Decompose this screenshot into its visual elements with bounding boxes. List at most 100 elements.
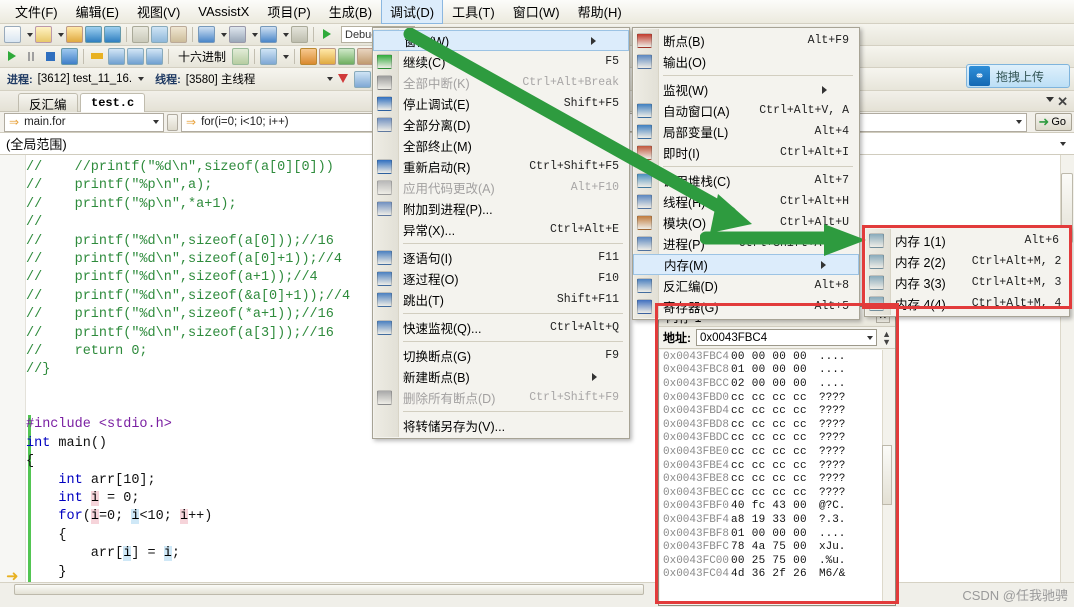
continue-icon[interactable] <box>4 48 21 65</box>
memory-row[interactable]: 0x0043FC00 00 25 75 00 .%u. <box>660 554 894 568</box>
memory-row[interactable]: 0x0043FBD0 cc cc cc cc???? <box>660 391 894 405</box>
thread-value[interactable]: [3580] 主线程 <box>186 71 256 87</box>
editor-vertical-scrollbar[interactable] <box>1060 155 1074 583</box>
menu-item-3[interactable]: VAssistX <box>189 1 258 22</box>
window-submenu-item-5[interactable]: 局部变量(L) Alt+4 <box>633 121 859 142</box>
memory-address-input[interactable]: 0x0043FBC4 <box>696 329 878 346</box>
save-all-icon[interactable] <box>104 26 121 43</box>
undo-dropdown[interactable] <box>221 32 227 37</box>
cut-icon[interactable] <box>132 26 149 43</box>
debug-menu-item-6[interactable]: 重新启动(R) Ctrl+Shift+F5 <box>373 156 629 177</box>
code-text[interactable]: // //printf("%d\n",sizeof(a[0][0])) // pr… <box>26 159 350 582</box>
memory-submenu-item-2[interactable]: 内存 3(3) Ctrl+Alt+M, 3 <box>865 272 1069 293</box>
window-submenu[interactable]: 断点(B) Alt+F9 输出(O) 监视(W) 自动窗口(A) Ctrl+Alt+V, … <box>632 27 860 320</box>
memory-row[interactable]: 0x0043FBF8 01 00 00 00.... <box>660 527 894 541</box>
debug-menu-item-1[interactable]: 继续(C) F5 <box>373 51 629 72</box>
editor-gutter[interactable] <box>0 155 26 595</box>
break-all-icon[interactable] <box>23 48 40 65</box>
refresh-icon[interactable] <box>338 48 356 65</box>
memory-row[interactable]: 0x0043FC04 4d 36 2f 26 M6/& <box>660 568 894 582</box>
navigate-forward-icon[interactable] <box>291 26 308 43</box>
debug-menu-item-18[interactable]: 新建断点(B) <box>373 366 629 387</box>
menu-item-4[interactable]: 项目(P) <box>258 0 319 24</box>
debug-menu-dropdown[interactable]: 窗口(W) 继续(C) F5 全部中断(K) Ctrl+Alt+Break 停止调试(E)… <box>372 27 630 439</box>
hex-toggle-icon[interactable] <box>232 48 250 65</box>
menu-item-8[interactable]: 窗口(W) <box>504 0 569 24</box>
step-into-icon[interactable] <box>108 48 125 65</box>
breakpoints-dropdown[interactable] <box>283 54 290 59</box>
debug-menu-item-13[interactable]: 跳出(T) Shift+F11 <box>373 289 629 310</box>
memory-window[interactable]: 内存 1 ✕ 地址: 0x0043FBC4 ▲▼ 0x0043FBC400 00… <box>658 306 896 606</box>
window-submenu-item-10[interactable]: 模块(O) Ctrl+Alt+U <box>633 212 859 233</box>
stack-frame-icon[interactable] <box>354 70 372 88</box>
memory-row[interactable]: 0x0043FBDC cc cc cc cc???? <box>660 432 894 446</box>
memory-row[interactable]: 0x0043FBE0 cc cc cc cc???? <box>660 445 894 459</box>
tab-test-c[interactable]: test.c <box>80 93 146 112</box>
window-submenu-item-14[interactable]: 寄存器(G) Alt+5 <box>633 296 859 317</box>
menu-item-9[interactable]: 帮助(H) <box>569 0 631 24</box>
window-submenu-item-12[interactable]: 内存(M) <box>633 254 859 275</box>
thread-dropdown[interactable] <box>327 77 334 81</box>
copy-icon[interactable] <box>151 26 168 43</box>
debug-menu-item-5[interactable]: 全部终止(M) <box>373 135 629 156</box>
memory-columns-spinner[interactable]: ▲ ▼ <box>882 329 891 346</box>
window-submenu-item-13[interactable]: 反汇编(D) Alt+8 <box>633 275 859 296</box>
source-control-open-icon[interactable] <box>319 48 337 65</box>
debug-menu-item-17[interactable]: 切换断点(G) F9 <box>373 345 629 366</box>
tab-disassembly[interactable]: 反汇编 <box>18 93 78 112</box>
debug-menu-item-3[interactable]: 停止调试(E) Shift+F5 <box>373 93 629 114</box>
debug-menu-item-12[interactable]: 逐过程(O) F10 <box>373 268 629 289</box>
check-out-icon[interactable] <box>300 48 318 65</box>
new-item-dropdown[interactable] <box>58 32 64 37</box>
memory-row[interactable]: 0x0043FBD4 cc cc cc cc???? <box>660 404 894 418</box>
memory-row[interactable]: 0x0043FBCC 02 00 00 00.... <box>660 377 894 391</box>
memory-submenu-item-0[interactable]: 内存 1(1) Alt+6 <box>865 230 1069 251</box>
stop-debugging-icon[interactable] <box>42 48 59 65</box>
window-submenu-item-4[interactable]: 自动窗口(A) Ctrl+Alt+V, A <box>633 100 859 121</box>
memory-row[interactable]: 0x0043FBC8 01 00 00 00.... <box>660 364 894 378</box>
debug-menu-item-9[interactable]: 异常(X)... Ctrl+Alt+E <box>373 219 629 240</box>
window-submenu-item-1[interactable]: 输出(O) <box>633 51 859 72</box>
memory-dump-grid[interactable]: 0x0043FBC4 00 00 00 00.... 0x0043FBC8 01 00… <box>660 350 894 604</box>
paste-icon[interactable] <box>170 26 187 43</box>
window-submenu-item-0[interactable]: 断点(B) Alt+F9 <box>633 30 859 51</box>
scope-bar-caret[interactable] <box>1060 141 1066 146</box>
debug-menu-item-0[interactable]: 窗口(W) <box>373 30 629 51</box>
menu-item-2[interactable]: 视图(V) <box>128 0 189 24</box>
memory-row[interactable]: 0x0043FBE8 cc cc cc cc???? <box>660 472 894 486</box>
editor-horizontal-scrollbar[interactable] <box>0 582 1074 595</box>
process-dropdown[interactable] <box>138 77 145 81</box>
memory-row[interactable]: 0x0043FBFC 78 4a 75 00 xJu. <box>660 540 894 554</box>
show-next-statement-icon[interactable] <box>89 48 106 65</box>
go-button[interactable]: ➜ Go <box>1035 113 1072 131</box>
menu-item-1[interactable]: 编辑(E) <box>67 0 128 24</box>
menu-item-5[interactable]: 生成(B) <box>320 0 381 24</box>
navigate-backward-icon[interactable] <box>260 26 277 43</box>
start-debug-icon[interactable] <box>319 26 336 43</box>
member-combo-caret[interactable] <box>1016 120 1022 124</box>
hex-display-label[interactable]: 十六进制 <box>174 48 230 65</box>
memory-vertical-scrollbar[interactable] <box>882 350 894 604</box>
editor-horizontal-scroll-thumb[interactable] <box>14 584 644 595</box>
memory-submenu[interactable]: 内存 1(1) Alt+6 内存 2(2) Ctrl+Alt+M, 2 内存 3(3) C… <box>864 227 1070 317</box>
navigate-dropdown[interactable] <box>283 32 289 37</box>
memory-row[interactable]: 0x0043FBF4 a8 19 33 00 ?.3. <box>660 513 894 527</box>
undo-icon[interactable] <box>198 26 215 43</box>
menu-item-0[interactable]: 文件(F) <box>6 0 67 24</box>
new-project-dropdown[interactable] <box>27 32 33 37</box>
step-out-icon[interactable] <box>146 48 163 65</box>
window-submenu-item-11[interactable]: 进程(P) Ctrl+Shift+Alt+P <box>633 233 859 254</box>
scope-combo-caret[interactable] <box>153 120 159 124</box>
scope-combo[interactable]: ⇒ main.for <box>4 112 164 132</box>
scope-spinner-icon[interactable] <box>167 113 178 131</box>
redo-icon[interactable] <box>229 26 246 43</box>
new-project-icon[interactable] <box>4 26 21 43</box>
filter-icon[interactable] <box>335 71 352 88</box>
tab-list-dropdown-icon[interactable] <box>1046 97 1054 102</box>
redo-dropdown[interactable] <box>252 32 258 37</box>
memory-submenu-item-3[interactable]: 内存 4(4) Ctrl+Alt+M, 4 <box>865 293 1069 314</box>
menu-item-7[interactable]: 工具(T) <box>443 0 504 24</box>
memory-row[interactable]: 0x0043FBC4 00 00 00 00.... <box>660 350 894 364</box>
window-submenu-item-8[interactable]: 调用堆栈(C) Alt+7 <box>633 170 859 191</box>
memory-row[interactable]: 0x0043FBEC cc cc cc cc???? <box>660 486 894 500</box>
